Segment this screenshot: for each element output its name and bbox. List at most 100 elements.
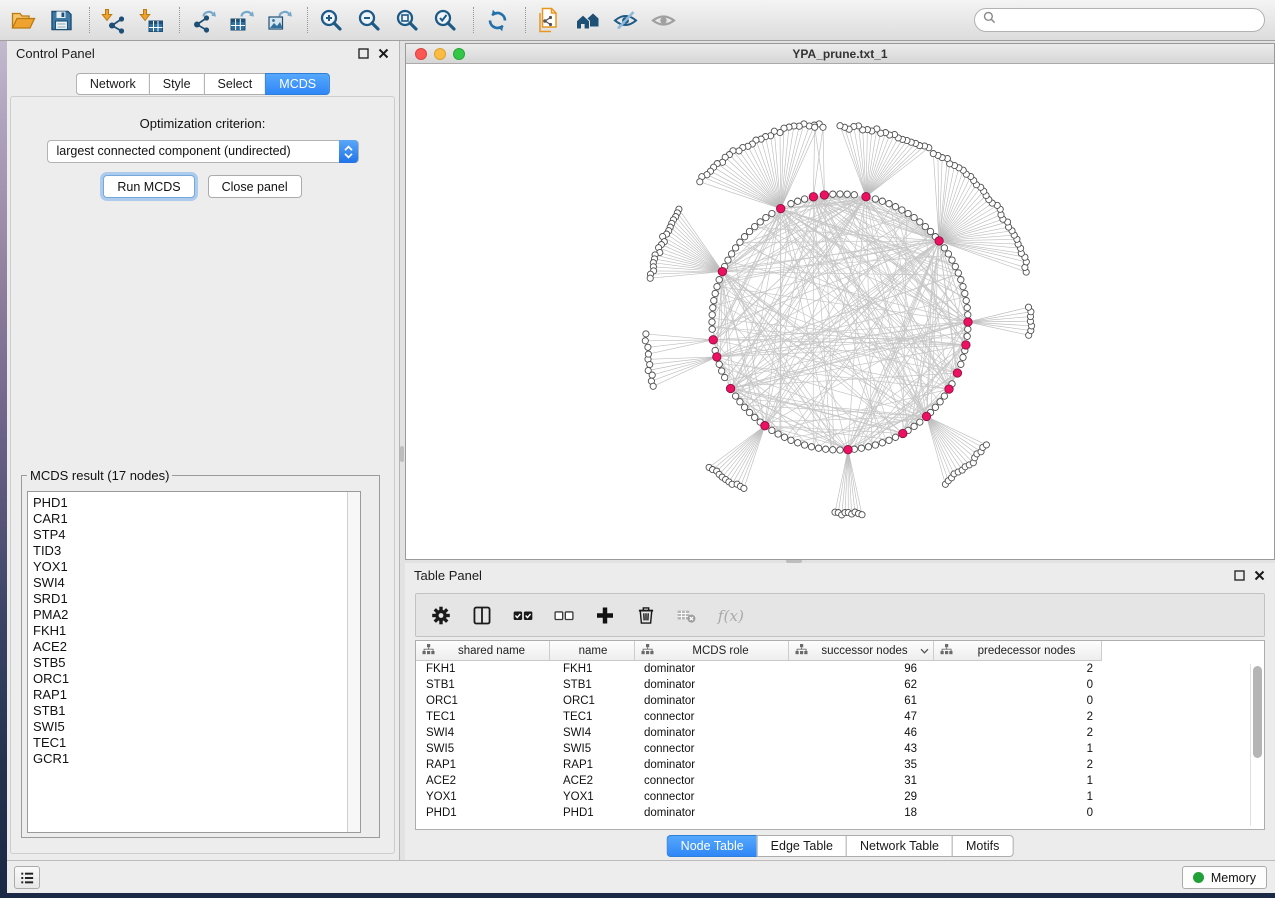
export-image-icon[interactable] — [266, 7, 293, 34]
column-header-MCDS-role[interactable]: MCDS role — [635, 641, 789, 661]
table-cell: ORC1 — [416, 693, 550, 709]
mcds-result-item[interactable]: TEC1 — [33, 735, 360, 751]
search-input[interactable] — [1001, 11, 1264, 29]
import-network-icon[interactable] — [100, 7, 127, 34]
mcds-result-item[interactable]: STB1 — [33, 703, 360, 719]
tab-node-table[interactable]: Node Table — [667, 835, 757, 857]
optimization-criterion-select[interactable]: largest connected component (undirected) — [47, 140, 359, 163]
tab-network[interactable]: Network — [76, 73, 149, 95]
mcds-result-item[interactable]: YOX1 — [33, 559, 360, 575]
column-layout-icon[interactable] — [470, 602, 494, 629]
export-table-icon[interactable] — [228, 7, 255, 34]
table-row[interactable]: SWI5SWI5connector431 — [416, 741, 1250, 757]
table-cell: TEC1 — [416, 709, 550, 725]
mcds-result-list[interactable]: PHD1CAR1STP4TID3YOX1SWI4SRD1PMA2FKH1ACE2… — [27, 491, 361, 833]
zoom-selected-icon[interactable] — [432, 7, 459, 34]
result-scrollbar[interactable] — [347, 492, 360, 832]
run-mcds-button[interactable]: Run MCDS — [103, 175, 194, 198]
column-type-icon — [641, 644, 654, 658]
column-header-successor-nodes[interactable]: successor nodes — [789, 641, 934, 661]
table-row[interactable]: PHD1PHD1dominator180 — [416, 805, 1250, 821]
mcds-result-item[interactable]: PHD1 — [33, 495, 360, 511]
table-row[interactable]: FKH1FKH1dominator962 — [416, 661, 1250, 677]
memory-label: Memory — [1211, 871, 1256, 885]
mcds-result-item[interactable]: GCR1 — [33, 751, 360, 767]
column-header-predecessor-nodes[interactable]: predecessor nodes — [934, 641, 1102, 661]
mcds-result-item[interactable]: FKH1 — [33, 623, 360, 639]
tab-style[interactable]: Style — [149, 73, 204, 95]
sort-desc-icon — [920, 645, 929, 657]
deselect-all-columns-icon[interactable] — [552, 602, 576, 629]
mcds-result-item[interactable]: RAP1 — [33, 687, 360, 703]
add-column-icon[interactable] — [593, 602, 617, 629]
mcds-result-item[interactable]: CAR1 — [33, 511, 360, 527]
table-row[interactable]: ACE2ACE2connector311 — [416, 773, 1250, 789]
table-row[interactable]: TEC1TEC1connector472 — [416, 709, 1250, 725]
table-row[interactable]: ORC1ORC1dominator610 — [416, 693, 1250, 709]
toolbar-separator — [473, 7, 474, 33]
column-header-shared-name[interactable]: shared name — [416, 641, 550, 661]
table-row[interactable]: RAP1RAP1dominator352 — [416, 757, 1250, 773]
table-panel-title: Table Panel — [414, 568, 482, 583]
table-cell: 0 — [934, 805, 1102, 821]
table-cell: 96 — [789, 661, 934, 677]
tab-select[interactable]: Select — [204, 73, 266, 95]
tab-mcds[interactable]: MCDS — [265, 73, 330, 95]
mcds-result-item[interactable]: SWI4 — [33, 575, 360, 591]
tab-network-table[interactable]: Network Table — [846, 835, 952, 857]
table-cell: ORC1 — [550, 693, 635, 709]
mcds-result-item[interactable]: PMA2 — [33, 607, 360, 623]
vertical-splitter-handle[interactable] — [400, 446, 404, 462]
mcds-result-item[interactable]: STB5 — [33, 655, 360, 671]
memory-button[interactable]: Memory — [1182, 866, 1267, 889]
mcds-result-item[interactable]: TID3 — [33, 543, 360, 559]
tab-edge-table[interactable]: Edge Table — [757, 835, 846, 857]
table-scrollbar[interactable] — [1250, 664, 1263, 826]
zoom-fit-icon[interactable] — [394, 7, 421, 34]
import-table-icon[interactable] — [138, 7, 165, 34]
zoom-in-icon[interactable] — [318, 7, 345, 34]
window-close-icon[interactable] — [415, 48, 427, 60]
share-document-icon[interactable] — [536, 7, 563, 34]
export-network-icon[interactable] — [190, 7, 217, 34]
mcds-result-item[interactable]: ORC1 — [33, 671, 360, 687]
table-scrollbar-thumb[interactable] — [1253, 666, 1262, 758]
network-graph[interactable] — [406, 64, 1274, 559]
mcds-result-item[interactable]: SRD1 — [33, 591, 360, 607]
close-panel-button[interactable]: Close panel — [208, 175, 302, 198]
window-zoom-icon[interactable] — [453, 48, 465, 60]
float-panel-icon[interactable] — [358, 48, 369, 59]
hide-panel-icon[interactable] — [612, 7, 639, 34]
zoom-out-icon[interactable] — [356, 7, 383, 34]
table-row[interactable]: SWI4SWI4dominator462 — [416, 725, 1250, 741]
network-window-titlebar[interactable]: YPA_prune.txt_1 — [406, 44, 1274, 64]
mcds-result-item[interactable]: ACE2 — [33, 639, 360, 655]
select-all-columns-icon[interactable] — [511, 602, 535, 629]
column-type-icon — [422, 644, 435, 658]
show-eye-icon — [650, 7, 677, 34]
float-panel-icon[interactable] — [1234, 570, 1245, 581]
save-session-icon[interactable] — [48, 7, 75, 34]
table-cell: TEC1 — [550, 709, 635, 725]
open-file-icon[interactable] — [10, 7, 37, 34]
table-cell: YOX1 — [550, 789, 635, 805]
search-box[interactable] — [974, 8, 1265, 32]
window-minimize-icon[interactable] — [434, 48, 446, 60]
table-cell: PHD1 — [416, 805, 550, 821]
mcds-result-item[interactable]: STP4 — [33, 527, 360, 543]
close-panel-icon[interactable] — [1254, 570, 1265, 581]
gear-icon[interactable] — [429, 602, 453, 629]
home-network-icon[interactable] — [574, 7, 601, 34]
delete-column-icon[interactable] — [634, 602, 658, 629]
close-panel-icon[interactable] — [378, 48, 389, 59]
refresh-icon[interactable] — [484, 7, 511, 34]
mcds-result-item[interactable]: SWI5 — [33, 719, 360, 735]
column-header-name[interactable]: name — [550, 641, 635, 661]
task-history-button[interactable] — [14, 866, 40, 889]
network-canvas[interactable] — [406, 64, 1274, 559]
table-cell: connector — [635, 789, 789, 805]
node-table: shared namenameMCDS rolesuccessor nodesp… — [415, 640, 1265, 830]
table-row[interactable]: YOX1YOX1connector291 — [416, 789, 1250, 805]
tab-motifs[interactable]: Motifs — [952, 835, 1013, 857]
table-row[interactable]: STB1STB1dominator620 — [416, 677, 1250, 693]
